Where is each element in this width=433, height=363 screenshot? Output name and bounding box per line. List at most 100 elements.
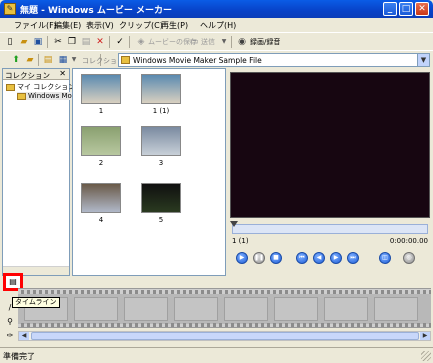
minimize-button[interactable]: _: [383, 2, 397, 16]
chevron-down-icon[interactable]: ▼: [218, 36, 230, 48]
collection-select[interactable]: Windows Movie Maker Sample File ▼: [118, 53, 430, 67]
clip-label: 5: [158, 216, 164, 224]
contents-pane: 1 1 (1) 2 3 4 5: [72, 68, 226, 276]
clip-item[interactable]: 2: [81, 126, 121, 167]
chevron-down-icon[interactable]: ▼: [417, 54, 429, 66]
sprocket-row: [18, 323, 431, 327]
clip-item[interactable]: 3: [141, 126, 181, 167]
clip-label: 3: [158, 159, 164, 167]
clip-label: 4: [98, 216, 104, 224]
record-button[interactable]: 録画/録音: [250, 37, 280, 47]
cut-icon[interactable]: ✂: [52, 36, 64, 48]
storyboard-slot[interactable]: [274, 297, 318, 321]
collection-select-value: Windows Movie Maker Sample File: [133, 56, 262, 65]
menu-bar: ファイル(F) 編集(E) 表示(V) クリップ(C) 再生(P) ヘルプ(H): [0, 18, 433, 32]
stop-icon[interactable]: ■: [270, 252, 282, 264]
up-arrow-icon[interactable]: ⬆: [10, 54, 22, 66]
clip-thumbnail: [141, 126, 181, 156]
send-icon[interactable]: ▭: [188, 36, 200, 48]
tree-item-my-collections[interactable]: マイ コレクション: [6, 82, 75, 92]
clip-item[interactable]: 5: [141, 183, 181, 224]
collections-toolbar: ⬆ ▰ ▤ ▦ ▼ コレクション Windows Movie Maker Sam…: [0, 50, 433, 68]
open-project-icon[interactable]: ▰: [18, 36, 30, 48]
save-movie-icon[interactable]: ◈: [135, 36, 147, 48]
toolbar-separator: [129, 36, 130, 48]
storyboard-slot[interactable]: [374, 297, 418, 321]
tree-item-label: Windows Mov: [28, 92, 76, 100]
sprocket-row: [18, 290, 431, 294]
delete-icon[interactable]: ✕: [94, 36, 106, 48]
zoom-out-icon[interactable]: ⚲: [5, 317, 15, 327]
menu-view[interactable]: 表示(V): [86, 20, 114, 31]
storyboard-filmstrip[interactable]: [18, 288, 431, 328]
clip-item[interactable]: 1 (1): [141, 74, 181, 115]
menu-clip[interactable]: クリップ(C): [119, 20, 163, 31]
storyboard-slot[interactable]: [324, 297, 368, 321]
storyboard-slot[interactable]: [174, 297, 218, 321]
play-icon[interactable]: ▶: [236, 252, 248, 264]
toolbar-separator: [47, 36, 48, 48]
clip-item[interactable]: 4: [81, 183, 121, 224]
tree-item-windows-movie[interactable]: Windows Mov: [17, 92, 76, 100]
status-bar: 準備完了: [0, 347, 433, 363]
scroll-right-icon[interactable]: ▶: [420, 332, 430, 340]
split-clip-icon[interactable]: ◫: [379, 252, 391, 264]
storyboard-scrollbar[interactable]: ◀ ▶: [18, 331, 431, 341]
time-counter: 0:00:00.00: [389, 237, 428, 245]
storyboard-slot[interactable]: [224, 297, 268, 321]
collections-icon[interactable]: ▤: [42, 54, 54, 66]
window-title: 無題 - Windows ムービー メーカー: [20, 6, 172, 16]
properties-icon[interactable]: ✓: [114, 36, 126, 48]
clip-thumbnail: [141, 183, 181, 213]
previous-frame-icon[interactable]: ⏮: [296, 252, 308, 264]
send-button[interactable]: 送信: [201, 37, 215, 47]
resize-grip-icon[interactable]: [421, 351, 431, 361]
next-frame-icon[interactable]: ▶: [330, 252, 342, 264]
record-icon[interactable]: ◉: [236, 36, 248, 48]
folder-icon: [121, 56, 130, 64]
rewind-icon[interactable]: ◀: [313, 252, 325, 264]
preview-monitor: 1 (1) 0:00:00.00 ▶ ❚❚ ■ ⏮ ◀ ▶ ⏭ ◫ ◎: [229, 68, 431, 276]
clip-thumbnail: [81, 74, 121, 104]
fast-forward-icon[interactable]: ⏭: [347, 252, 359, 264]
storyboard-header: [0, 276, 433, 288]
copy-icon[interactable]: ❐: [66, 36, 78, 48]
menu-play[interactable]: 再生(P): [161, 20, 188, 31]
collections-pane-header: コレクション ✕: [3, 69, 69, 80]
save-project-icon[interactable]: ▣: [32, 36, 44, 48]
toolbar-separator: [231, 36, 232, 48]
toolbar-separator: [109, 36, 110, 48]
clip-counter: 1 (1): [232, 237, 249, 245]
close-button[interactable]: ✕: [415, 2, 429, 16]
status-text: 準備完了: [3, 352, 35, 361]
maximize-button[interactable]: □: [399, 2, 413, 16]
narrate-icon[interactable]: ✑: [5, 331, 15, 341]
toolbar-separator: [38, 54, 39, 66]
menu-edit[interactable]: 編集(E): [54, 20, 81, 31]
folder-icon: [17, 92, 26, 100]
clip-thumbnail: [81, 126, 121, 156]
close-icon[interactable]: ✕: [59, 69, 66, 78]
tooltip: タイムライン: [12, 297, 60, 308]
menu-file[interactable]: ファイル(F): [14, 20, 57, 31]
snapshot-icon[interactable]: ◎: [403, 252, 415, 264]
clip-thumbnail: [141, 74, 181, 104]
title-bar: ✎ 無題 - Windows ムービー メーカー _ □ ✕: [0, 0, 433, 18]
preview-screen: [230, 72, 430, 218]
clip-label: 1 (1): [152, 107, 170, 115]
scroll-left-icon[interactable]: ◀: [19, 332, 29, 340]
chevron-down-icon[interactable]: ▼: [68, 54, 80, 66]
collections-pane: コレクション ✕ マイ コレクション Windows Mov: [2, 68, 76, 276]
pause-icon[interactable]: ❚❚: [253, 252, 265, 264]
storyboard-slot[interactable]: [124, 297, 168, 321]
collections-pane-title: コレクション: [5, 71, 50, 80]
new-folder-icon[interactable]: ▰: [24, 54, 36, 66]
seek-bar[interactable]: [230, 221, 428, 234]
scrollbar-thumb[interactable]: [31, 332, 419, 340]
paste-icon[interactable]: ▤: [80, 36, 92, 48]
new-project-icon[interactable]: ▯: [4, 36, 16, 48]
seek-thumb[interactable]: [230, 221, 238, 227]
menu-help[interactable]: ヘルプ(H): [200, 20, 236, 31]
clip-item[interactable]: 1: [81, 74, 121, 115]
storyboard-slot[interactable]: [74, 297, 118, 321]
